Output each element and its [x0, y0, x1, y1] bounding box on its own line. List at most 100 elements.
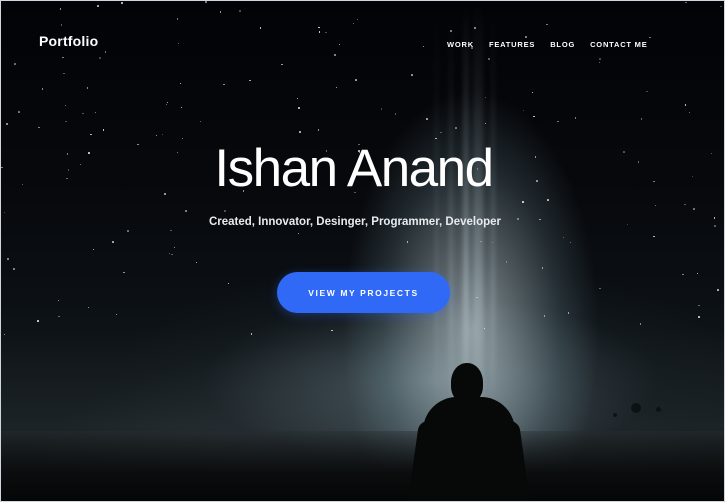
nav-item-contact-me[interactable]: CONTACT ME [590, 40, 647, 49]
star [296, 97, 299, 100]
star [38, 126, 40, 129]
star [649, 36, 651, 39]
star [480, 240, 482, 243]
star [684, 203, 686, 206]
star [317, 129, 320, 131]
star [58, 315, 60, 318]
star [476, 296, 478, 299]
star [406, 241, 409, 243]
star [60, 24, 63, 26]
star [654, 204, 657, 207]
star [90, 133, 92, 136]
star [488, 58, 490, 60]
hero-section: Portfolio WORK FEATURES BLOG CONTACT ME … [0, 0, 725, 502]
star [171, 253, 173, 256]
star [484, 122, 487, 125]
star [65, 120, 67, 123]
star [165, 103, 168, 106]
star [693, 208, 695, 210]
star [195, 261, 198, 264]
star [104, 51, 107, 53]
star [325, 31, 327, 34]
star [455, 127, 457, 129]
star [18, 111, 20, 113]
star [522, 201, 524, 203]
star [543, 315, 546, 317]
star [685, 1, 687, 4]
star [599, 58, 601, 60]
star [299, 131, 301, 133]
star [334, 54, 336, 56]
star [335, 86, 338, 89]
star [352, 22, 355, 25]
star [224, 210, 226, 212]
star [713, 217, 716, 219]
star [574, 117, 577, 119]
star [161, 133, 164, 136]
star [205, 1, 207, 3]
view-projects-button[interactable]: VIEW MY PROJECTS [277, 272, 450, 313]
star [525, 36, 527, 38]
star [567, 312, 570, 314]
star [318, 31, 321, 33]
star [440, 131, 442, 134]
star [474, 27, 476, 29]
star [59, 8, 62, 10]
star [599, 287, 601, 290]
star [546, 23, 548, 26]
star [298, 107, 300, 109]
star [640, 118, 643, 120]
star [318, 26, 320, 29]
star [259, 27, 262, 29]
nav-item-blog[interactable]: BLOG [550, 40, 575, 49]
star [57, 299, 60, 302]
main-nav: WORK FEATURES BLOG CONTACT ME [447, 40, 663, 49]
star [541, 267, 544, 269]
star [6, 123, 8, 125]
star [483, 327, 486, 330]
star [168, 252, 171, 255]
star [123, 271, 125, 274]
star [338, 43, 341, 46]
star [688, 111, 691, 114]
dark-planet [656, 407, 661, 412]
star [219, 11, 222, 13]
star [199, 120, 202, 123]
star [355, 79, 357, 81]
star [394, 113, 397, 115]
hero-title: Ishan Anand [214, 139, 494, 198]
nav-item-work[interactable]: WORK [447, 40, 474, 49]
star [598, 61, 601, 64]
star [82, 112, 84, 115]
star [180, 106, 183, 109]
site-logo[interactable]: Portfolio [39, 33, 98, 49]
star [720, 5, 722, 8]
star [115, 313, 118, 316]
star [41, 88, 44, 90]
star [639, 323, 642, 325]
star [14, 63, 16, 65]
star [710, 152, 713, 155]
dark-planet [631, 403, 641, 413]
star [97, 5, 99, 7]
ground-silhouette [1, 431, 724, 501]
hero-subtitle: Created, Innovator, Desinger, Programmer… [208, 216, 502, 228]
star [698, 316, 700, 318]
star [531, 91, 534, 94]
star [646, 90, 648, 93]
star [155, 134, 158, 137]
star [547, 199, 549, 201]
star [411, 74, 413, 76]
star [223, 83, 225, 86]
star [522, 109, 525, 112]
star [92, 248, 95, 251]
star [86, 87, 89, 89]
star [249, 79, 251, 82]
nav-item-features[interactable]: FEATURES [489, 40, 535, 49]
star [112, 241, 114, 243]
star [491, 241, 494, 244]
person-silhouette [406, 361, 532, 501]
dark-planet [613, 413, 617, 417]
star [250, 333, 253, 335]
star [13, 268, 15, 270]
